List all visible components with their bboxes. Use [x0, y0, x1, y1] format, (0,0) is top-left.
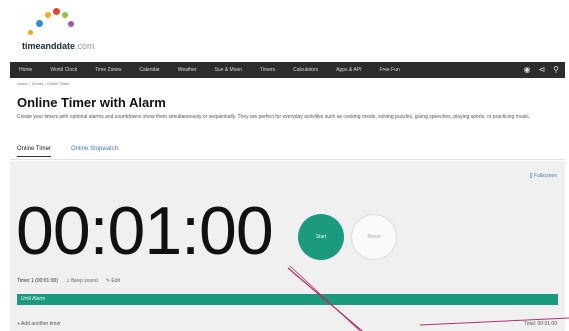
progress-label: Until Alarm [21, 296, 46, 302]
nav-item[interactable]: Sun & Moon [206, 67, 252, 73]
add-timer-button[interactable]: + Add another timer [17, 321, 61, 327]
logo-icon[interactable] [22, 8, 82, 40]
nav-item[interactable]: Apps & API [327, 67, 370, 73]
tab-online-timer[interactable]: Online Timer [17, 146, 52, 157]
logo-dot [68, 21, 74, 27]
edit-link[interactable]: ✎ Edit [106, 278, 120, 284]
main-nav: Home World Clock Time Zones Calendar Weather… [10, 62, 565, 78]
sound-setting[interactable]: ♫ Beep sound [66, 278, 98, 284]
tabs-divider [10, 159, 565, 160]
logo-dot [28, 30, 33, 35]
nav-item[interactable]: Calendar [130, 67, 168, 73]
nav-item[interactable]: Timers [251, 67, 284, 73]
sound-label: Beep sound [71, 278, 98, 284]
logo-dot [53, 8, 60, 15]
breadcrumb: Home › Timers › Online Timer [17, 81, 70, 86]
nav-item[interactable]: Weather [169, 67, 206, 73]
nav-item[interactable]: World Clock [41, 67, 86, 73]
edit-label: Edit [111, 278, 121, 284]
page-description: Create your timers with optional alarms … [17, 114, 531, 120]
start-button[interactable]: Start [298, 214, 344, 260]
share-icon[interactable]: ⊲ [538, 66, 545, 74]
nav-item[interactable]: Calculators [284, 67, 327, 73]
timer-panel: [] Fullscreen 00:01:00 Start Reset Timer… [10, 161, 565, 331]
tab-online-stopwatch[interactable]: Online Stopwatch [71, 146, 118, 157]
logo-dot [45, 12, 51, 18]
nav-icon-group: ◉ ⊲ ⚲ [523, 66, 565, 74]
timer-name: Timer 1 (00:01:00) [17, 278, 58, 284]
nav-item[interactable]: Home [10, 67, 41, 73]
tab-bar: Online Timer Online Stopwatch [17, 146, 118, 157]
timer-progress-bar: Until Alarm [17, 294, 558, 305]
fullscreen-link[interactable]: [] Fullscreen [530, 173, 557, 179]
timer-meta: Timer 1 (00:01:00) ♫ Beep sound ✎ Edit [17, 278, 120, 284]
user-icon[interactable]: ◉ [523, 66, 530, 74]
logo-dot [36, 20, 43, 27]
nav-item[interactable]: Time Zones [86, 67, 130, 73]
logo-dot [62, 12, 68, 18]
site-header: timeanddate.com [0, 0, 569, 62]
reset-button[interactable]: Reset [351, 214, 397, 260]
search-icon[interactable]: ⚲ [553, 66, 559, 74]
page-title: Online Timer with Alarm [17, 95, 166, 110]
timer-display: 00:01:00 [16, 193, 274, 269]
nav-item[interactable]: Free Fun [370, 67, 408, 73]
brand-logo-text[interactable]: timeanddate.com [22, 41, 95, 51]
total-time: Total: 00:01:00 [524, 321, 557, 327]
